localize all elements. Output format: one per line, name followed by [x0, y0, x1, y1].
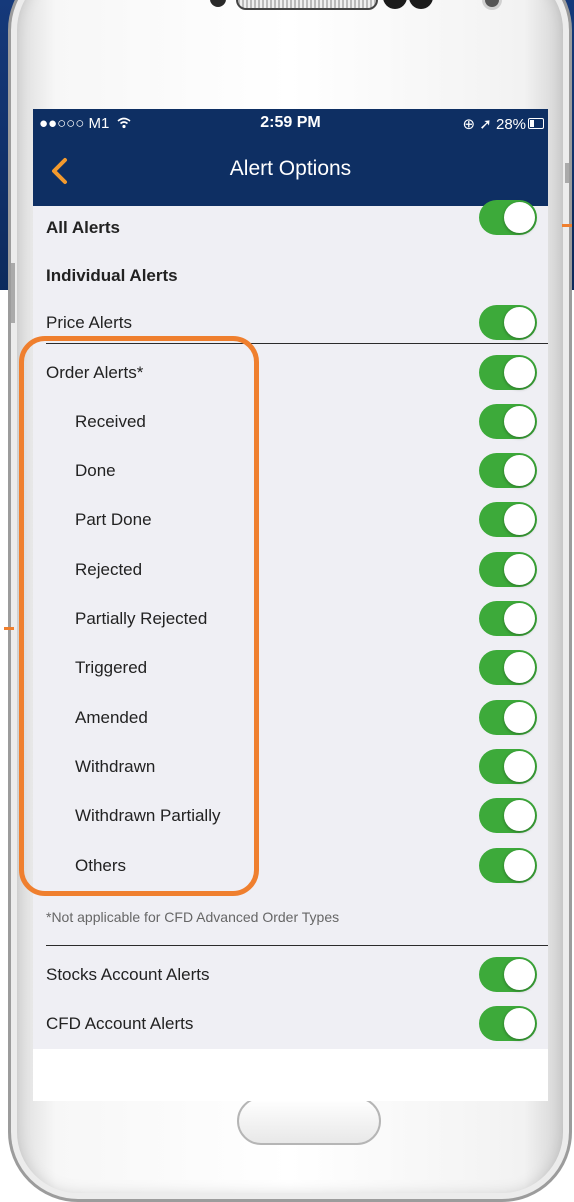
toggle-knob	[504, 800, 535, 831]
received-toggle[interactable]	[479, 404, 537, 439]
divider	[46, 945, 548, 946]
price-alerts-label: Price Alerts	[46, 313, 132, 332]
partially-rejected-toggle[interactable]	[479, 601, 537, 636]
volume-key	[11, 263, 15, 323]
cfd-account-alerts-label: CFD Account Alerts	[46, 1014, 194, 1033]
light-sensor	[383, 0, 407, 9]
highlight-tick-left	[4, 627, 14, 630]
toggle-knob	[504, 455, 535, 486]
rejected-toggle[interactable]	[479, 552, 537, 587]
ir-sensor	[409, 0, 433, 9]
toggle-knob	[504, 357, 535, 388]
stocks-account-alerts-toggle[interactable]	[479, 957, 537, 992]
individual-alerts-label: Individual Alerts	[46, 266, 178, 285]
screen-bottom-area	[33, 1049, 548, 1101]
power-key	[565, 163, 569, 183]
highlight-tick-right	[562, 224, 572, 227]
battery-icon	[528, 118, 544, 129]
withdrawn-partially-toggle[interactable]	[479, 798, 537, 833]
toggle-knob	[504, 307, 535, 338]
toggle-knob	[504, 1008, 535, 1039]
footnote: *Not applicable for CFD Advanced Order T…	[46, 909, 340, 925]
toggle-knob	[504, 406, 535, 437]
home-button[interactable]	[237, 1097, 381, 1145]
page-title: Alert Options	[229, 157, 352, 180]
status-bar: ●●○○○ M1 2:59 PM ⊕ ➚ 28%	[33, 109, 548, 137]
toggle-knob	[504, 202, 535, 233]
toggle-knob	[504, 603, 535, 634]
toggle-knob	[504, 504, 535, 535]
navigation-bar: Alert Options	[33, 137, 548, 206]
others-toggle[interactable]	[479, 848, 537, 883]
toggle-knob	[504, 652, 535, 683]
proximity-sensor	[210, 0, 226, 7]
toggle-knob	[504, 959, 535, 990]
cfd-account-alerts-toggle[interactable]	[479, 1006, 537, 1041]
row-cfd-account-alerts: CFD Account Alerts	[33, 1002, 548, 1046]
order-alerts-highlight	[19, 336, 259, 896]
toggle-knob	[504, 702, 535, 733]
toggle-knob	[504, 850, 535, 881]
row-stocks-account-alerts: Stocks Account Alerts	[33, 953, 548, 997]
triggered-toggle[interactable]	[479, 650, 537, 685]
all-alerts-toggle[interactable]	[479, 200, 537, 235]
withdrawn-toggle[interactable]	[479, 749, 537, 784]
amended-toggle[interactable]	[479, 700, 537, 735]
earpiece-speaker	[236, 0, 378, 10]
toggle-knob	[504, 554, 535, 585]
front-camera	[485, 0, 499, 7]
price-alerts-toggle[interactable]	[479, 305, 537, 340]
status-right-info: ⊕ ➚ 28%	[462, 116, 527, 133]
stocks-account-alerts-label: Stocks Account Alerts	[46, 965, 210, 984]
order-alerts-toggle[interactable]	[479, 355, 537, 390]
row-all-alerts: All Alerts	[33, 200, 548, 250]
toggle-knob	[504, 751, 535, 782]
part-done-toggle[interactable]	[479, 502, 537, 537]
all-alerts-label: All Alerts	[46, 218, 121, 237]
done-toggle[interactable]	[479, 453, 537, 488]
individual-alerts-header: Individual Alerts	[33, 254, 548, 298]
